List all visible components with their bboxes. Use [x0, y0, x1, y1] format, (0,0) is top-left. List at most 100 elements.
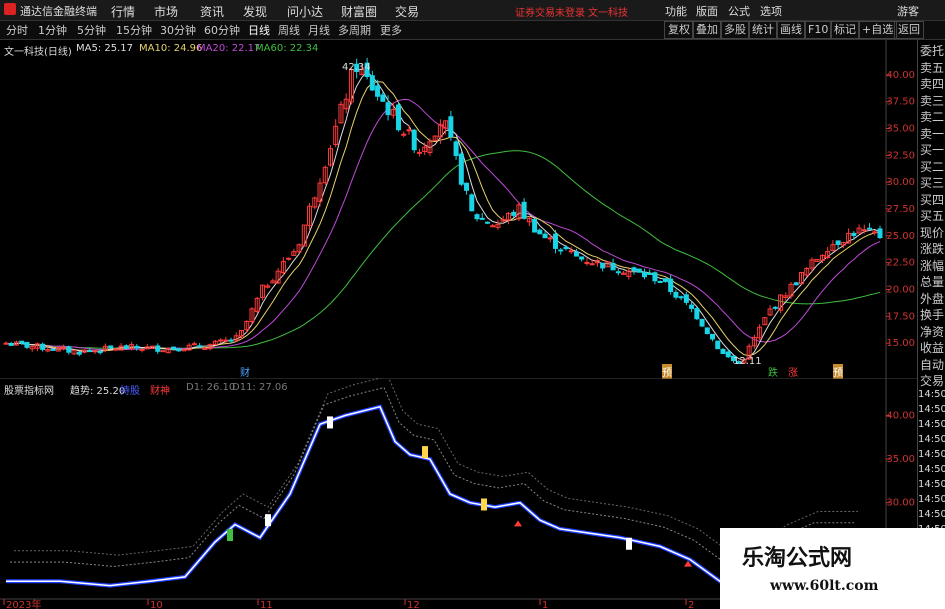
add-watchlist-button[interactable]: +自选	[858, 21, 898, 39]
order-panel-item: 卖四	[919, 77, 944, 91]
menu-quotes[interactable]: 行情	[111, 3, 135, 20]
candle-body	[469, 194, 475, 212]
candle-body	[369, 75, 375, 91]
d11-value: D11: 27.06	[232, 382, 288, 393]
period-15min[interactable]: 15分钟	[116, 22, 152, 38]
order-panel-item: 14:50	[918, 403, 945, 415]
event-marker[interactable]: 预	[833, 364, 843, 379]
menu-layout[interactable]: 版面	[696, 3, 718, 19]
candle-body	[573, 251, 579, 257]
candle-body	[867, 227, 873, 230]
period-5min[interactable]: 5分钟	[77, 22, 106, 38]
candle-body	[448, 116, 454, 138]
candle-body	[484, 221, 490, 224]
candle-body	[652, 272, 658, 282]
stats-button[interactable]: 统计	[748, 21, 778, 39]
candle-body	[8, 343, 14, 346]
period-weekly[interactable]: 周线	[278, 22, 300, 38]
high-price-label: 42.34	[342, 62, 371, 73]
event-marker[interactable]: 跌	[768, 364, 778, 379]
candles	[3, 57, 883, 365]
order-panel-item: 涨幅	[919, 258, 944, 273]
candle-body	[197, 345, 203, 348]
candle-body	[542, 233, 548, 239]
back-button[interactable]: 返回	[894, 21, 924, 39]
candle-body	[636, 268, 642, 273]
period-multi[interactable]: 多周期	[338, 22, 371, 38]
candle-body	[474, 214, 480, 220]
candle-body	[375, 85, 381, 97]
price-tick: 25.00	[886, 231, 915, 242]
kline-chart[interactable]: 40.00 37.50 35.00 32.50 30.00 27.50 25.00 22.50…	[0, 40, 917, 378]
menu-news[interactable]: 资讯	[200, 3, 224, 20]
order-panel-item: 外盘	[919, 291, 944, 306]
order-panel-item: 买一	[919, 143, 944, 157]
candle-body	[715, 340, 721, 350]
mark-button[interactable]: 标记	[830, 21, 860, 39]
period-more[interactable]: 更多	[380, 22, 402, 38]
period-tick[interactable]: 分时	[6, 22, 28, 38]
candle-body	[704, 327, 710, 335]
candle-body	[720, 348, 726, 355]
candle-body	[532, 219, 538, 233]
login-notice[interactable]: 证券交易未登录	[515, 4, 585, 19]
order-panel-item: 14:50	[918, 463, 945, 475]
candle-body	[416, 151, 422, 154]
candle-body	[19, 340, 25, 344]
menu-wealth[interactable]: 财富圈	[341, 3, 377, 20]
ma5-value: MA5: 25.17	[76, 43, 134, 54]
menu-trade[interactable]: 交易	[395, 3, 419, 20]
candle-body	[647, 272, 653, 275]
signal-mark	[481, 498, 487, 511]
period-monthly[interactable]: 月线	[308, 22, 330, 38]
f10-button[interactable]: F10	[804, 21, 833, 39]
menu-formula[interactable]: 公式	[728, 3, 750, 19]
guest-label[interactable]: 游客	[897, 3, 919, 19]
candle-body	[615, 271, 621, 274]
period-1min[interactable]: 1分钟	[38, 22, 67, 38]
main-price-axis: 40.00 37.50 35.00 32.50 30.00 27.50 25.00 22.50…	[886, 70, 915, 349]
price-tick: 30.00	[886, 498, 915, 509]
event-marker[interactable]: 涨	[788, 364, 798, 379]
watermark-title: 乐淘公式网	[742, 545, 853, 571]
overlay-button[interactable]: 叠加	[692, 21, 722, 39]
order-panel-item: 现价	[919, 225, 944, 240]
candle-body	[657, 281, 663, 284]
menu-ask[interactable]: 问小达	[287, 3, 323, 20]
adjust-button[interactable]: 复权	[664, 21, 694, 39]
watermark-url: www.60lt.com	[770, 578, 879, 594]
candle-body	[411, 129, 417, 151]
menu-function[interactable]: 功能	[665, 3, 687, 19]
order-panel-item: 买二	[919, 159, 944, 174]
stock-name-title: 文一科技	[588, 8, 628, 19]
period-60min[interactable]: 60分钟	[204, 22, 240, 38]
candle-body	[66, 346, 72, 353]
period-30min[interactable]: 30分钟	[160, 22, 196, 38]
date-label: 10	[150, 600, 163, 609]
price-tick: 32.50	[886, 150, 915, 161]
price-tick: 35.00	[886, 124, 915, 135]
price-tick: 30.00	[886, 177, 915, 188]
candle-body	[24, 341, 30, 348]
period-daily[interactable]: 日线	[248, 22, 270, 38]
draw-button[interactable]: 画线	[776, 21, 806, 39]
candle-body	[228, 339, 234, 342]
menu-market[interactable]: 市场	[154, 3, 178, 20]
candle-body	[835, 240, 841, 245]
candle-body	[683, 294, 689, 303]
candle-body	[170, 346, 176, 350]
event-marker[interactable]: 财	[240, 364, 250, 379]
order-panel-item: 自动	[919, 357, 944, 372]
order-panel-item: 14:50	[918, 508, 945, 520]
candle-body	[662, 278, 668, 282]
ma10-path	[5, 81, 881, 357]
signal-mark	[227, 529, 233, 542]
event-marker[interactable]: 预	[662, 364, 672, 379]
candle-body	[579, 256, 585, 260]
menu-options[interactable]: 选项	[760, 3, 782, 19]
candle-body	[286, 257, 292, 260]
menu-discover[interactable]: 发现	[243, 3, 267, 20]
candle-body	[558, 249, 564, 252]
multi-stock-button[interactable]: 多股	[720, 21, 750, 39]
candle-body	[511, 211, 517, 216]
